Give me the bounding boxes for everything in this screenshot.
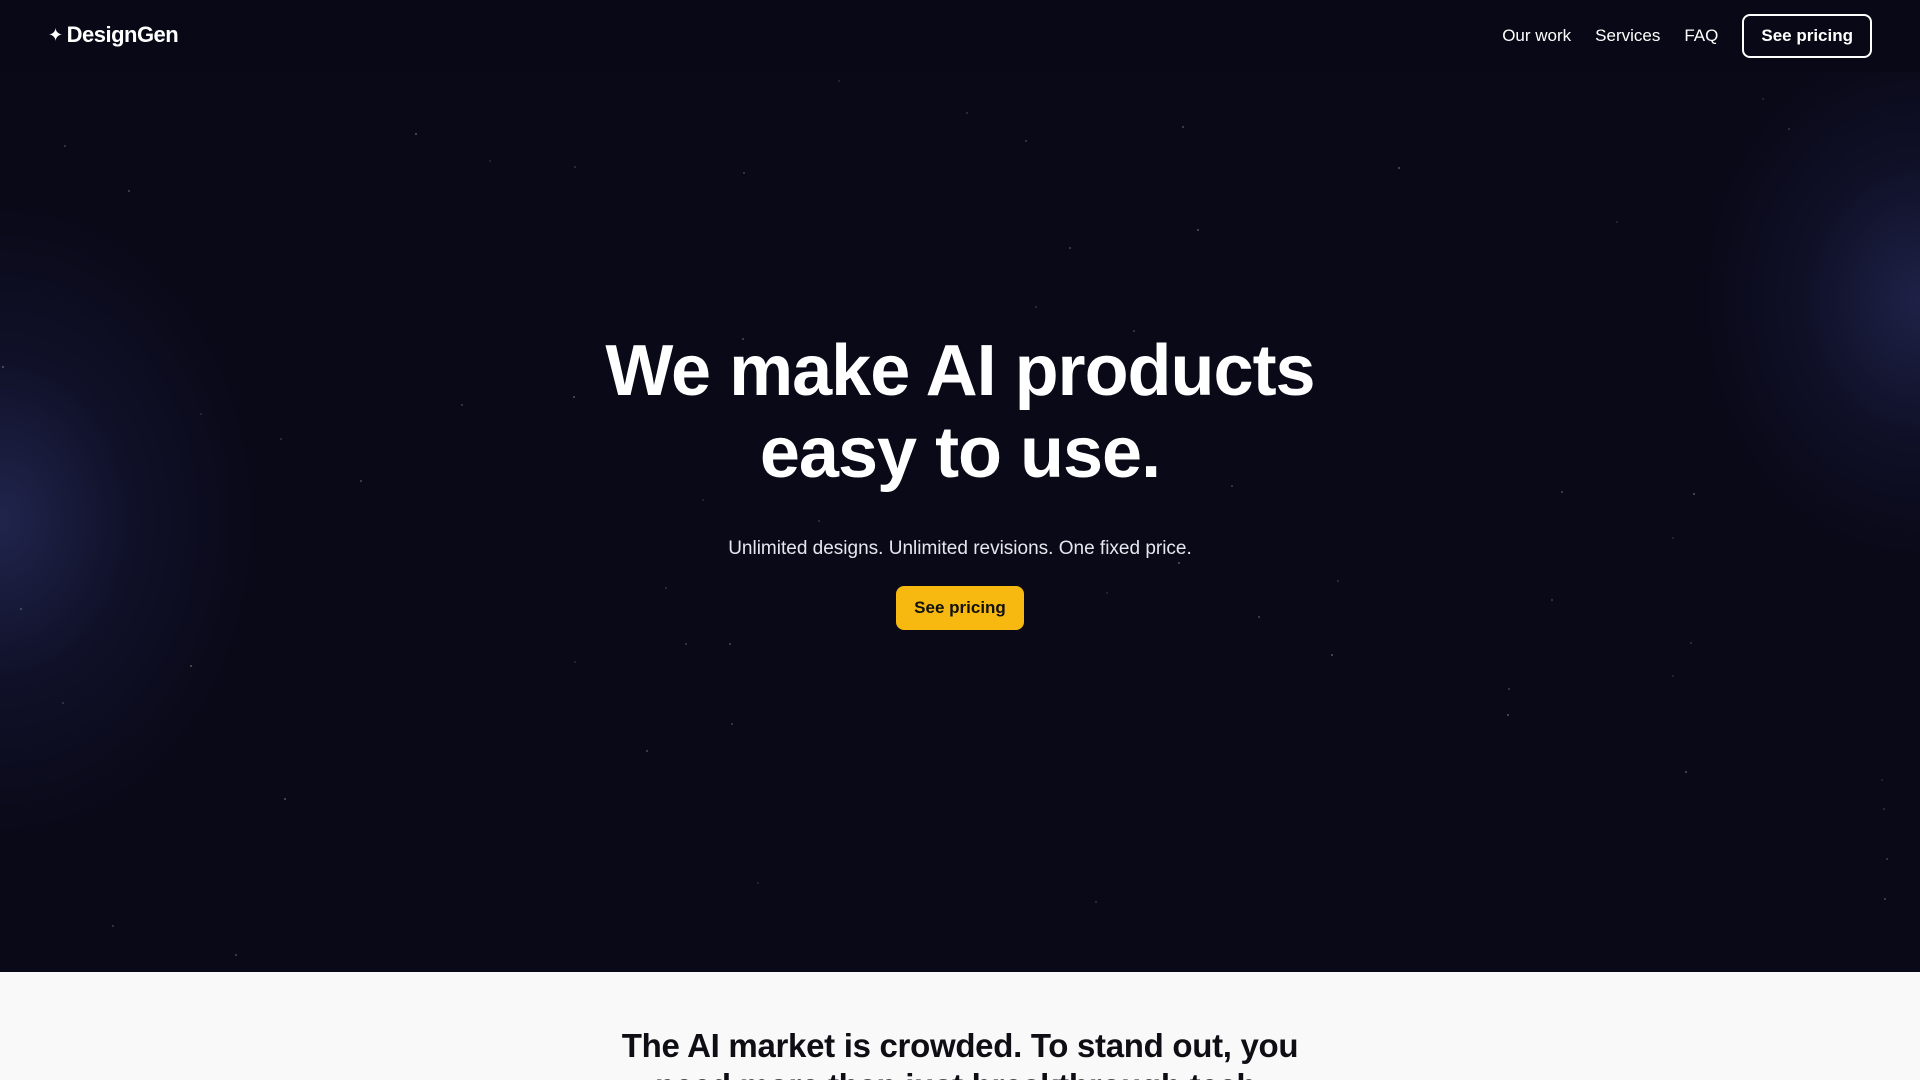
star-dot bbox=[1616, 221, 1618, 223]
star-dot bbox=[1672, 675, 1674, 677]
market-section: The AI market is crowded. To stand out, … bbox=[0, 972, 1920, 1080]
star-dot bbox=[1685, 771, 1687, 773]
star-dot bbox=[1881, 779, 1883, 781]
star-dot bbox=[1762, 98, 1764, 100]
star-dot bbox=[646, 750, 648, 752]
star-dot bbox=[743, 172, 745, 174]
nav-link-our-work[interactable]: Our work bbox=[1502, 26, 1571, 46]
star-dot bbox=[1883, 808, 1885, 810]
nav-link-services[interactable]: Services bbox=[1595, 26, 1660, 46]
star-dot bbox=[1886, 858, 1888, 860]
nav-see-pricing-button[interactable]: See pricing bbox=[1742, 14, 1872, 58]
star-dot bbox=[1508, 688, 1510, 690]
star-dot bbox=[1507, 714, 1509, 716]
star-dot bbox=[128, 190, 130, 192]
star-dot bbox=[415, 133, 417, 135]
star-dot bbox=[190, 665, 192, 667]
star-dot bbox=[1025, 140, 1027, 142]
star-dot bbox=[574, 166, 576, 168]
star-dot bbox=[1331, 654, 1333, 656]
star-dot bbox=[731, 723, 733, 725]
star-dot bbox=[284, 798, 286, 800]
market-heading-line-2: need more than just breakthrough tech. bbox=[0, 1066, 1920, 1080]
star-dot bbox=[1095, 901, 1097, 903]
star-dot bbox=[1035, 306, 1037, 308]
hero-headline-line-2: easy to use. bbox=[759, 413, 1161, 493]
top-navigation: ✦ DesignGen Our work Services FAQ See pr… bbox=[0, 0, 1920, 72]
star-dot bbox=[838, 80, 840, 82]
star-dot bbox=[62, 702, 64, 704]
sparkle-icon: ✦ bbox=[48, 25, 63, 45]
star-dot bbox=[489, 160, 491, 162]
star-dot bbox=[1069, 247, 1071, 249]
star-dot bbox=[64, 145, 66, 147]
star-dot bbox=[1788, 128, 1790, 130]
star-dot bbox=[685, 643, 687, 645]
star-dot bbox=[1884, 898, 1886, 900]
nav-link-faq[interactable]: FAQ bbox=[1684, 26, 1718, 46]
logo-text: DesignGen bbox=[66, 22, 179, 47]
landing-page: We make AI products easy to use. Unlimit… bbox=[0, 0, 1920, 1080]
star-dot bbox=[966, 112, 968, 114]
star-dot bbox=[1197, 229, 1199, 231]
hero-headline: We make AI products easy to use. bbox=[580, 330, 1340, 494]
star-dot bbox=[729, 643, 731, 645]
star-dot bbox=[1398, 167, 1400, 169]
star-dot bbox=[1182, 126, 1184, 128]
hero-see-pricing-button[interactable]: See pricing bbox=[896, 586, 1024, 630]
nav-links: Our work Services FAQ See pricing bbox=[1502, 14, 1872, 58]
hero-headline-line-1: We make AI products bbox=[605, 331, 1315, 411]
star-dot bbox=[1690, 642, 1692, 644]
star-dot bbox=[574, 661, 576, 663]
logo[interactable]: ✦ DesignGen bbox=[48, 22, 179, 48]
hero-section: We make AI products easy to use. Unlimit… bbox=[0, 0, 1920, 972]
star-dot bbox=[757, 882, 759, 884]
hero-subtitle: Unlimited designs. Unlimited revisions. … bbox=[728, 538, 1192, 559]
star-dot bbox=[112, 925, 114, 927]
star-dot bbox=[235, 954, 237, 956]
market-section-heading: The AI market is crowded. To stand out, … bbox=[0, 1026, 1920, 1080]
market-heading-line-1: The AI market is crowded. To stand out, … bbox=[621, 1027, 1299, 1064]
hero-content: We make AI products easy to use. Unlimit… bbox=[0, 330, 1920, 630]
